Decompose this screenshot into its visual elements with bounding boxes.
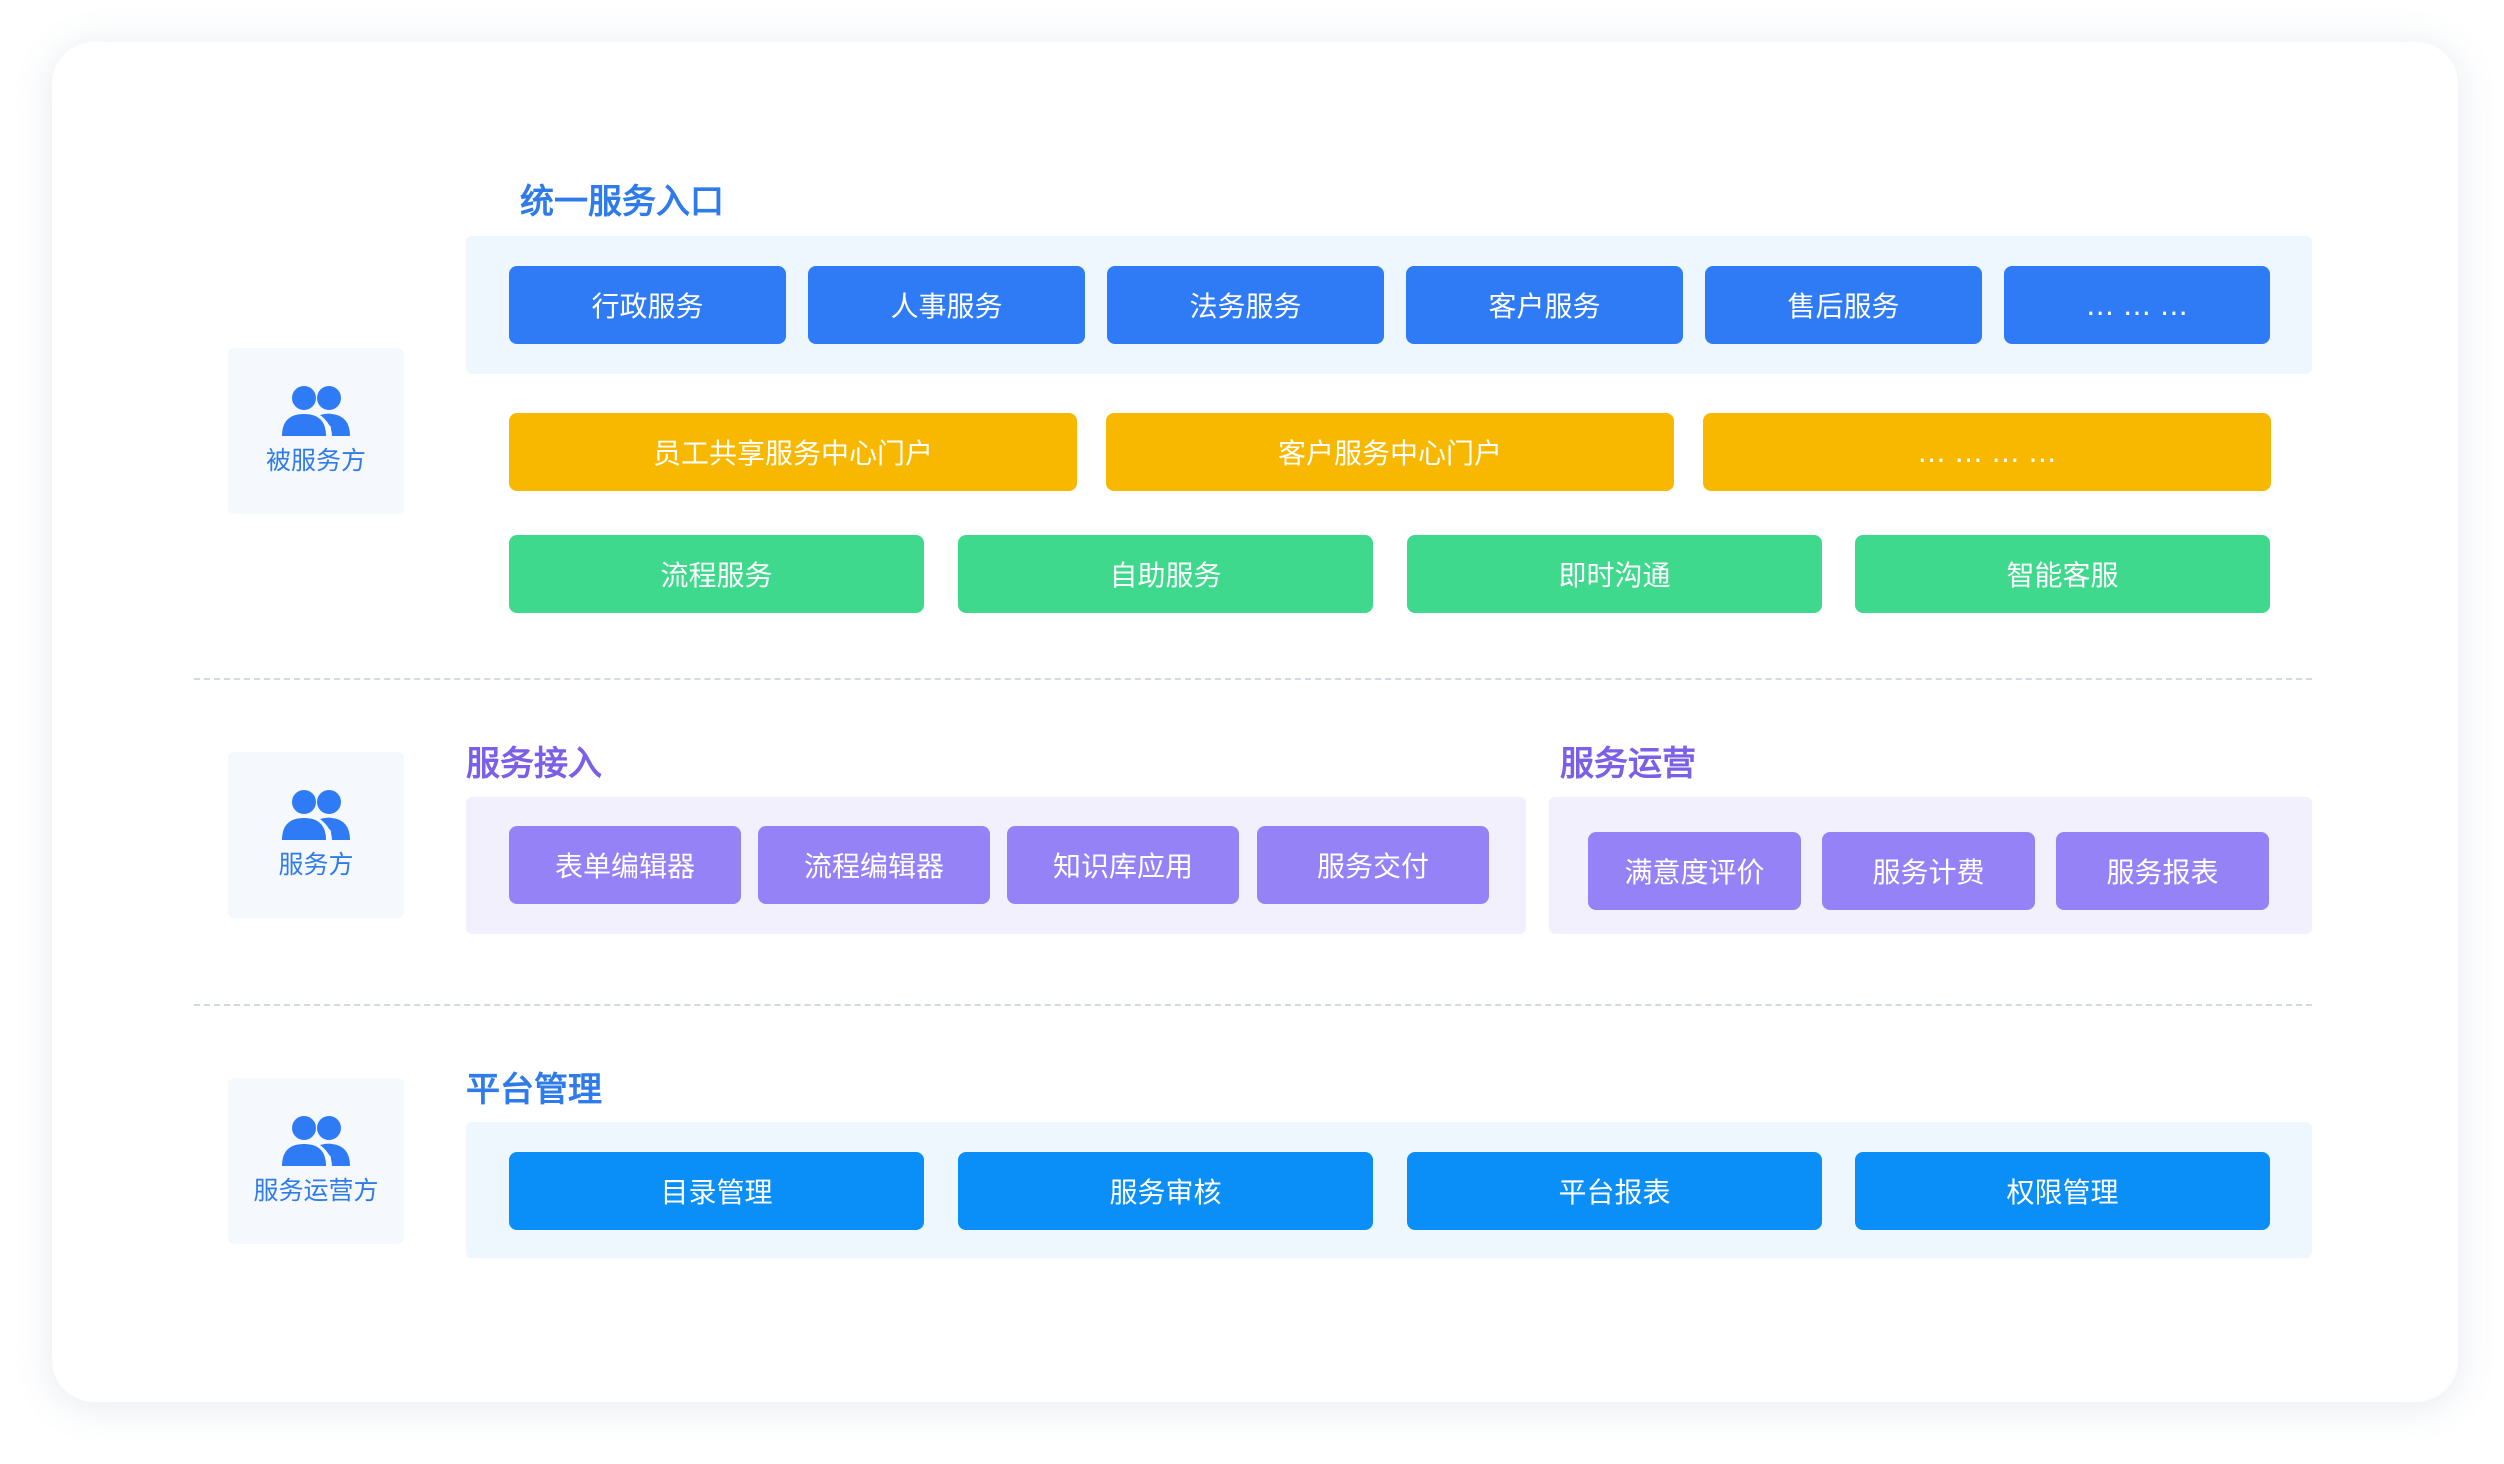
unified-entry-title: 统一服务入口 [520, 182, 724, 222]
portal-button-customer[interactable]: 客户服务中心门户 [1106, 413, 1674, 491]
role-served-label: 被服务方 [265, 446, 366, 475]
service-delivery-button[interactable]: 服务交付 [1257, 826, 1489, 904]
service-button-admin[interactable]: 行政服务 [509, 266, 786, 344]
knowledge-base-button[interactable]: 知识库应用 [1007, 826, 1239, 904]
form-editor-button[interactable]: 表单编辑器 [509, 826, 741, 904]
role-served: 被服务方 [228, 348, 404, 514]
service-button-more[interactable]: … … … [2004, 266, 2270, 344]
portal-button-employee[interactable]: 员工共享服务中心门户 [509, 413, 1077, 491]
service-button-hr[interactable]: 人事服务 [808, 266, 1085, 344]
service-ops-title: 服务运营 [1560, 744, 1696, 784]
service-button-aftersales[interactable]: 售后服务 [1705, 266, 1982, 344]
channel-button-selfservice[interactable]: 自助服务 [958, 535, 1373, 613]
permission-mgmt-button[interactable]: 权限管理 [1855, 1152, 2270, 1230]
service-review-button[interactable]: 服务审核 [958, 1152, 1373, 1230]
channel-button-process[interactable]: 流程服务 [509, 535, 924, 613]
portal-button-more[interactable]: … … … … [1703, 413, 2271, 491]
platform-report-button[interactable]: 平台报表 [1407, 1152, 1822, 1230]
role-operator: 服务运营方 [228, 1078, 404, 1244]
platform-mgmt-title: 平台管理 [466, 1070, 602, 1110]
users-icon [282, 386, 350, 436]
section-divider [194, 678, 2312, 680]
billing-button[interactable]: 服务计费 [1822, 832, 2035, 910]
channel-button-smart-cs[interactable]: 智能客服 [1855, 535, 2270, 613]
service-button-customer[interactable]: 客户服务 [1406, 266, 1683, 344]
users-icon [282, 1116, 350, 1166]
process-editor-button[interactable]: 流程编辑器 [758, 826, 990, 904]
service-report-button[interactable]: 服务报表 [2056, 832, 2269, 910]
users-icon [282, 790, 350, 840]
role-provider: 服务方 [228, 752, 404, 918]
channel-button-chat[interactable]: 即时沟通 [1407, 535, 1822, 613]
role-operator-label: 服务运营方 [253, 1176, 379, 1205]
service-button-legal[interactable]: 法务服务 [1107, 266, 1384, 344]
satisfaction-button[interactable]: 满意度评价 [1588, 832, 1801, 910]
service-access-title: 服务接入 [466, 744, 602, 784]
catalog-mgmt-button[interactable]: 目录管理 [509, 1152, 924, 1230]
role-provider-label: 服务方 [278, 850, 354, 879]
section-divider [194, 1004, 2312, 1006]
